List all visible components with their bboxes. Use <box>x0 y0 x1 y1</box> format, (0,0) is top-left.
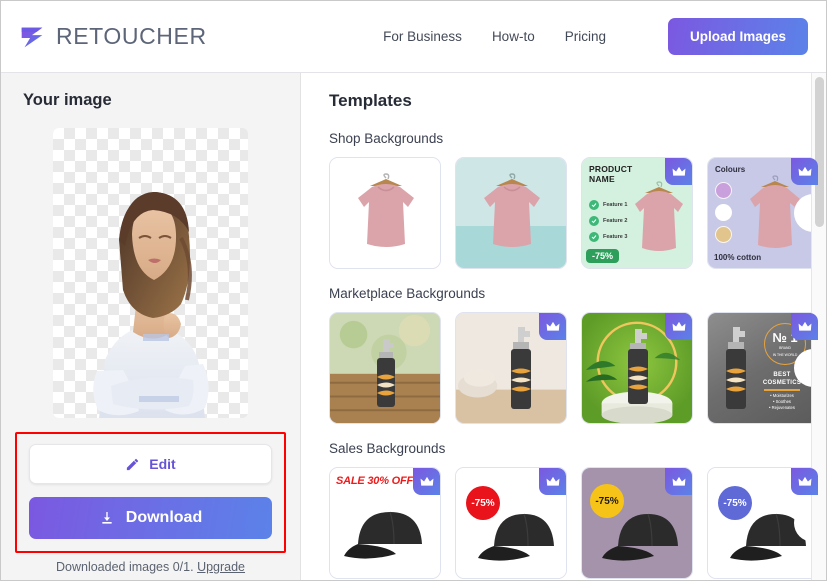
premium-crown-badge <box>539 468 566 495</box>
cutout-portrait-image <box>93 192 209 418</box>
crown-icon <box>672 166 685 176</box>
brand-logo[interactable]: RETOUCHER <box>17 22 207 52</box>
marketplace-template-grid: № 1 BRAND IN THE WORLD BEST COSMETICS • … <box>329 312 826 424</box>
image-actions-highlight: Edit Download <box>15 432 286 553</box>
premium-crown-badge <box>791 468 818 495</box>
template-sales-4[interactable]: -75% <box>707 467 819 579</box>
premium-crown-badge <box>665 468 692 495</box>
premium-crown-badge <box>413 468 440 495</box>
cosmetic-bottle-image <box>726 327 746 409</box>
pencil-icon <box>127 458 139 470</box>
section-label-shop: Shop Backgrounds <box>329 131 444 146</box>
download-arrow-icon <box>102 512 112 524</box>
main-navigation: For Business How-to Pricing Upload Image… <box>383 18 808 55</box>
crown-icon <box>798 321 811 331</box>
template-marketplace-1[interactable] <box>329 312 441 424</box>
check-icon <box>589 232 599 242</box>
brand-name: RETOUCHER <box>56 23 207 49</box>
edit-button[interactable]: Edit <box>29 444 272 484</box>
template-sales-2[interactable]: -75% <box>455 467 567 579</box>
download-button[interactable]: Download <box>29 497 272 539</box>
retoucher-app-window: RETOUCHER For Business How-to Pricing Up… <box>0 0 827 581</box>
colour-swatch-1[interactable] <box>715 182 732 199</box>
product-name: PRODUCT NAME <box>589 164 633 184</box>
colours-title: Colours <box>715 165 746 174</box>
templates-title: Templates <box>329 91 412 110</box>
cosmetic-bottle-image <box>511 327 531 409</box>
nav-how-to[interactable]: How-to <box>492 29 535 44</box>
colour-swatch-3[interactable] <box>715 226 732 243</box>
crown-icon <box>798 476 811 486</box>
section-label-marketplace: Marketplace Backgrounds <box>329 286 486 301</box>
cosmetic-bottle-image <box>377 339 395 407</box>
app-body: Your image Edit Download Downloaded imag… <box>1 73 826 580</box>
cap-image <box>602 513 678 561</box>
premium-crown-badge <box>665 313 692 340</box>
premium-crown-badge <box>665 158 692 185</box>
your-image-title: Your image <box>23 91 112 109</box>
sale-headline: SALE 30% OFF <box>336 475 414 487</box>
app-header: RETOUCHER For Business How-to Pricing Up… <box>1 1 826 73</box>
crown-icon <box>672 476 685 486</box>
section-sales-backgrounds: Sales Backgrounds SALE 30% OFF -75% -75%… <box>329 441 826 579</box>
check-icon <box>589 216 599 226</box>
template-shop-2[interactable] <box>455 157 567 269</box>
crown-icon <box>546 476 559 486</box>
shop-template-grid: PRODUCT NAME Feature 1 Feature 2 Feature… <box>329 157 826 269</box>
image-preview[interactable] <box>53 128 248 418</box>
nav-for-business[interactable]: For Business <box>383 29 462 44</box>
sweater-image <box>635 181 683 251</box>
template-marketplace-2[interactable] <box>455 312 567 424</box>
cap-image <box>344 511 422 559</box>
download-quota: Downloaded images 0/1. Upgrade <box>23 560 278 574</box>
feature-item-1: Feature 1 <box>589 200 627 210</box>
discount-badge: -75% <box>586 249 620 263</box>
cap-image <box>478 513 554 561</box>
template-marketplace-4[interactable]: № 1 BRAND IN THE WORLD BEST COSMETICS • … <box>707 312 819 424</box>
templates-panel: Templates Shop Backgrounds PRODUCT NAME … <box>301 73 826 580</box>
premium-crown-badge <box>791 158 818 185</box>
your-image-panel: Your image Edit Download Downloaded imag… <box>1 73 301 580</box>
cosmetic-bottle-image <box>628 329 648 404</box>
template-shop-4[interactable]: Colours 100% cotton <box>707 157 819 269</box>
quota-text: Downloaded images 0/1. <box>55 560 194 574</box>
template-sales-3[interactable]: -75% <box>581 467 693 579</box>
sales-template-grid: SALE 30% OFF -75% -75% -75% <box>329 467 826 579</box>
bullet-3: • Rejuvenates <box>769 405 795 411</box>
template-shop-3[interactable]: PRODUCT NAME Feature 1 Feature 2 Feature… <box>581 157 693 269</box>
scrollbar-thumb[interactable] <box>815 77 824 227</box>
section-label-sales: Sales Backgrounds <box>329 441 446 456</box>
check-icon <box>589 200 599 210</box>
section-shop-backgrounds: Shop Backgrounds PRODUCT NAME Feature 1 … <box>329 131 826 269</box>
crown-icon <box>420 476 433 486</box>
sweater-image <box>358 173 414 247</box>
premium-crown-badge <box>539 313 566 340</box>
crown-icon <box>798 166 811 176</box>
premium-crown-badge <box>791 313 818 340</box>
edit-button-label: Edit <box>149 456 176 472</box>
crown-icon <box>546 321 559 331</box>
divider <box>764 389 800 391</box>
upgrade-link[interactable]: Upgrade <box>197 560 245 574</box>
feature-item-3: Feature 3 <box>589 232 627 242</box>
download-button-label: Download <box>125 509 203 526</box>
template-sales-1[interactable]: SALE 30% OFF <box>329 467 441 579</box>
section-marketplace-backgrounds: Marketplace Backgrounds № 1 BRAND IN THE… <box>329 286 826 424</box>
nav-pricing[interactable]: Pricing <box>565 29 606 44</box>
upload-images-button[interactable]: Upload Images <box>667 18 808 55</box>
template-marketplace-3[interactable] <box>581 312 693 424</box>
feature-item-2: Feature 2 <box>589 216 627 226</box>
retoucher-logo-icon <box>21 27 43 47</box>
colour-swatch-2[interactable] <box>715 204 732 221</box>
template-shop-1[interactable] <box>329 157 441 269</box>
sweater-image <box>484 173 540 247</box>
crown-icon <box>672 321 685 331</box>
